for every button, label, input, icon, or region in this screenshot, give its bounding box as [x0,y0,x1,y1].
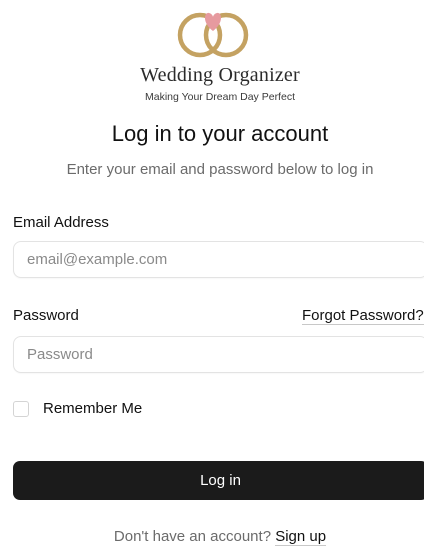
remember-me-checkbox[interactable] [13,401,29,417]
page-subtitle: Enter your email and password below to l… [66,161,374,178]
forgot-password-link[interactable]: Forgot Password? [302,307,424,325]
wedding-rings-heart-icon [177,12,249,58]
brand-tagline: Making Your Dream Day Perfect [145,91,295,103]
email-input[interactable] [13,241,424,278]
signup-link[interactable]: Sign up [275,528,327,546]
brand-name: Wedding Organizer [140,64,300,86]
password-label: Password [13,307,79,324]
password-input[interactable] [13,336,424,373]
login-button[interactable]: Log in [13,461,424,500]
page-title: Log in to your account [111,121,329,146]
signup-prompt: Don't have an account? [113,528,272,545]
email-label: Email Address [13,214,109,231]
remember-me-label[interactable]: Remember Me [43,400,142,417]
signup-row: Don't have an account? Sign up [0,528,424,546]
